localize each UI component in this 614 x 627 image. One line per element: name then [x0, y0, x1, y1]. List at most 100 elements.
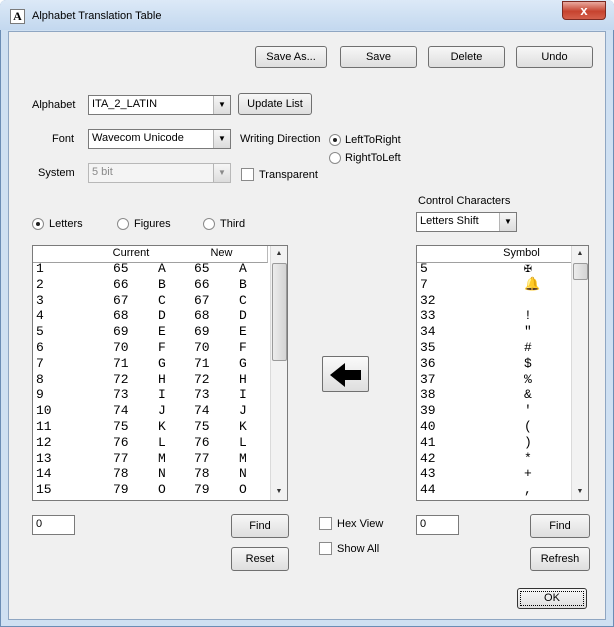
transparent-checkbox[interactable] [241, 168, 254, 181]
table-row-cell: B [239, 276, 247, 292]
scroll-up-icon[interactable]: ▲ [572, 246, 588, 262]
scroll-down-icon[interactable]: ▼ [271, 484, 287, 500]
hex-view-checkbox[interactable] [319, 517, 332, 530]
symbol-row[interactable]: 5 ✠ [417, 261, 588, 276]
left-find-button[interactable]: Find [231, 514, 289, 538]
close-button[interactable]: x [562, 1, 606, 20]
symbol-row-cell: # [524, 340, 532, 355]
figures-radio[interactable] [117, 218, 129, 230]
symbol-table-scrollbar[interactable]: ▲ ▼ [571, 246, 588, 500]
third-label: Third [220, 218, 246, 230]
undo-button[interactable]: Undo [516, 46, 593, 68]
symbol-row[interactable]: 40 ( [417, 419, 588, 434]
table-row[interactable]: 9 73 I 73 I [33, 387, 287, 403]
table-row[interactable]: 10 74 J 74 J [33, 404, 287, 417]
letters-radio[interactable] [32, 218, 44, 230]
right-to-left-radio[interactable] [329, 152, 341, 164]
column-header-symbol[interactable]: Symbol [469, 246, 575, 263]
scroll-thumb[interactable] [573, 263, 588, 280]
table-row-cell: F [239, 340, 247, 355]
symbol-row[interactable]: 35 # [417, 340, 588, 355]
right-find-value: 0 [420, 518, 427, 530]
scroll-thumb[interactable] [272, 263, 287, 361]
table-row-cell: 70 [194, 340, 210, 355]
symbol-table[interactable]: Symbol 5 ✠ 7 🔔 32 33! 34 " 35 #36 $37% 38 & 39 ' 40(41)… [416, 245, 589, 501]
symbol-row[interactable]: 39 ' [417, 404, 588, 417]
symbol-row[interactable]: 7 🔔 [417, 276, 588, 292]
table-row[interactable]: 3 67 C 67 C [33, 292, 287, 308]
symbol-row-cell: 7 [420, 276, 428, 292]
right-find-input[interactable]: 0 [416, 515, 459, 535]
table-row[interactable]: 12 76 L 76 L [33, 434, 287, 450]
transfer-button[interactable] [322, 356, 369, 392]
translation-table[interactable]: Current New 1 65 A 65 A 2 66 B 66 B 3 67 C 67 C 4 68 D 68 D… [32, 245, 288, 501]
scroll-down-icon[interactable]: ▼ [572, 484, 588, 500]
table-row-cell: 8 [36, 371, 44, 387]
symbol-row-cell: 34 [420, 324, 436, 340]
save-as-button[interactable]: Save As... [255, 46, 327, 68]
table-row-cell: I [158, 387, 166, 403]
symbol-row-cell: 36 [420, 355, 436, 371]
symbol-row[interactable]: 44, [417, 483, 588, 496]
symbol-row-cell: 🔔 [524, 276, 541, 292]
control-characters-select[interactable]: Letters Shift ▼ [416, 212, 517, 232]
ok-button[interactable]: OK [517, 588, 587, 609]
table-row-cell: L [239, 434, 247, 450]
font-value: Wavecom Unicode [92, 132, 184, 144]
system-label: System [38, 167, 75, 179]
symbol-row[interactable]: 42 * [417, 452, 588, 465]
table-row-cell: F [158, 340, 166, 355]
symbol-row[interactable]: 38 & [417, 388, 588, 401]
third-radio[interactable] [203, 218, 215, 230]
symbol-row[interactable]: 41) [417, 436, 588, 449]
update-list-button[interactable]: Update List [238, 93, 312, 115]
table-row[interactable]: 2 66 B 66 B [33, 276, 287, 292]
table-row[interactable]: 5 69 E 69 E [33, 324, 287, 340]
chevron-down-icon[interactable]: ▼ [213, 96, 230, 114]
symbol-row[interactable]: 37% [417, 373, 588, 386]
table-row-cell: A [158, 261, 166, 276]
left-find-input[interactable]: 0 [32, 515, 75, 535]
symbol-row-cell: 5 [420, 261, 428, 276]
letters-label: Letters [49, 218, 83, 230]
table-row[interactable]: 14 78 N 78 N [33, 467, 287, 480]
chevron-down-icon[interactable]: ▼ [213, 130, 230, 148]
font-select[interactable]: Wavecom Unicode ▼ [88, 129, 231, 149]
table-row-cell: 76 [194, 434, 210, 450]
scroll-up-icon[interactable]: ▲ [271, 246, 287, 262]
save-button[interactable]: Save [340, 46, 417, 68]
table-row[interactable]: 6 70 F 70 F [33, 340, 287, 355]
symbol-row[interactable]: 32 [417, 294, 588, 307]
table-row-cell: 67 [113, 292, 129, 308]
table-row-cell: 2 [36, 276, 44, 292]
left-to-right-radio[interactable] [329, 134, 341, 146]
symbol-row[interactable]: 34 " [417, 324, 588, 340]
table-row[interactable]: 13 77 M 77 M [33, 452, 287, 465]
table-row-cell: 69 [113, 324, 129, 340]
reset-button[interactable]: Reset [231, 547, 289, 571]
table-row[interactable]: 15 79 O 79 O [33, 483, 287, 496]
refresh-button[interactable]: Refresh [530, 547, 590, 571]
alphabet-select[interactable]: ITA_2_LATIN ▼ [88, 95, 231, 115]
symbol-row[interactable]: 43 + [417, 467, 588, 480]
app-icon: A [10, 9, 25, 24]
symbol-row[interactable]: 33! [417, 309, 588, 322]
table-row-cell: 12 [36, 434, 52, 450]
table-row[interactable]: 8 72 H 72 H [33, 371, 287, 387]
table-row-cell: 3 [36, 292, 44, 308]
chevron-down-icon[interactable]: ▼ [499, 213, 516, 231]
table-row[interactable]: 7 71 G 71 G [33, 355, 287, 371]
table-row[interactable]: 4 68 D 68 D [33, 309, 287, 322]
table-row-cell: 7 [36, 355, 44, 371]
show-all-checkbox[interactable] [319, 542, 332, 555]
control-characters-value: Letters Shift [420, 215, 479, 227]
table-row-cell: 66 [194, 276, 210, 292]
table-scrollbar[interactable]: ▲ ▼ [270, 246, 287, 500]
right-find-button[interactable]: Find [530, 514, 590, 538]
delete-button[interactable]: Delete [428, 46, 505, 68]
symbol-row-cell: ( [524, 419, 532, 434]
symbol-row[interactable]: 36 $ [417, 355, 588, 371]
table-row[interactable]: 11 75 K 75 K [33, 420, 287, 433]
column-header-new[interactable]: New [176, 246, 268, 263]
table-row[interactable]: 1 65 A 65 A [33, 261, 287, 276]
